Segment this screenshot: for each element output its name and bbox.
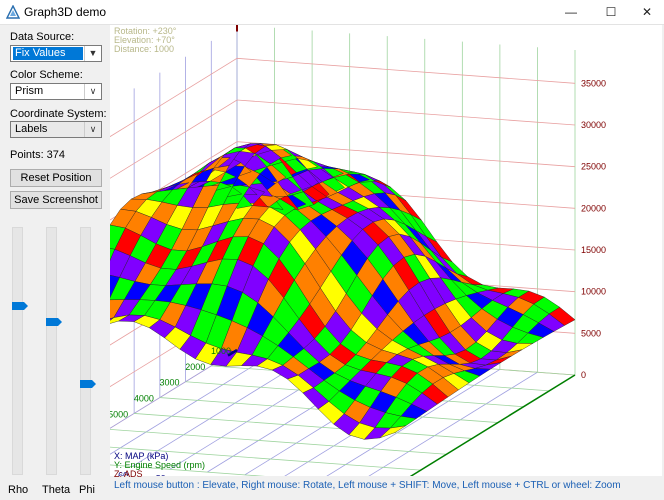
data-source-select[interactable]: Fix Values ▼ <box>10 45 102 62</box>
rho-slider[interactable] <box>12 227 23 475</box>
coordinate-system-select[interactable]: Labels ∨ <box>10 121 102 138</box>
window-title: Graph3D demo <box>24 5 107 19</box>
theta-slider-thumb[interactable] <box>46 318 62 327</box>
chevron-down-icon[interactable]: ∨ <box>84 84 101 99</box>
save-screenshot-button[interactable]: Save Screenshot <box>10 191 102 209</box>
maximize-button[interactable]: ☐ <box>592 0 630 24</box>
phi-slider[interactable] <box>80 227 91 475</box>
y-tick-label: 5000 <box>110 409 128 419</box>
chevron-down-icon[interactable]: ▼ <box>84 46 101 61</box>
z-axis-legend: Z: ADS <box>114 469 143 479</box>
graph3d-canvas[interactable]: 2040608010012014016018020010002000300040… <box>110 25 662 479</box>
theta-slider[interactable] <box>46 227 57 475</box>
z-tick-label: 30000 <box>581 120 606 130</box>
minimize-button[interactable]: — <box>552 0 590 24</box>
y-tick-label: 2000 <box>185 362 205 372</box>
data-source-value: Fix Values <box>13 47 83 60</box>
theta-label: Theta <box>42 484 71 496</box>
app-logo-icon <box>6 5 20 19</box>
reset-position-button[interactable]: Reset Position <box>10 169 102 187</box>
phi-slider-thumb[interactable] <box>80 379 96 388</box>
points-count: Points: 374 <box>10 149 66 161</box>
color-scheme-select[interactable]: Prism ∨ <box>10 83 102 100</box>
distance-readout: Distance: 1000 <box>114 44 175 54</box>
z-tick-label: 25000 <box>581 162 606 172</box>
chevron-down-icon[interactable]: ∨ <box>84 122 101 137</box>
z-tick-label: 35000 <box>581 78 606 88</box>
data-source-label: Data Source: <box>10 31 75 43</box>
status-bar: Left mouse button : Elevate, Right mouse… <box>114 480 621 491</box>
y-tick-label: 3000 <box>160 378 180 388</box>
z-tick-label: 5000 <box>581 328 601 338</box>
surface-plot[interactable]: 2040608010012014016018020010002000300040… <box>110 25 662 476</box>
y-tick-label: 1000 <box>211 346 231 356</box>
z-tick-label: 15000 <box>581 245 606 255</box>
z-tick-label: 20000 <box>581 203 606 213</box>
rho-label: Rho <box>8 484 29 496</box>
y-tick-label: 4000 <box>134 394 154 404</box>
rho-slider-thumb[interactable] <box>12 301 28 310</box>
grid-line <box>110 57 576 138</box>
x-tick-label: 80 <box>156 473 166 476</box>
close-button[interactable]: ✕ <box>628 0 664 24</box>
z-tick-label: 0 <box>581 370 586 380</box>
control-panel: Data Source: Fix Values ▼ Color Scheme: … <box>0 25 110 500</box>
color-scheme-label: Color Scheme: <box>10 69 83 81</box>
z-tick-label: 10000 <box>581 287 606 297</box>
phi-label: Phi <box>79 484 95 496</box>
title-bar: Graph3D demo — ☐ ✕ <box>0 0 664 25</box>
color-scheme-value: Prism <box>15 85 44 97</box>
coordinate-system-label: Coordinate System: <box>10 108 107 120</box>
coordinate-system-value: Labels <box>15 123 48 135</box>
